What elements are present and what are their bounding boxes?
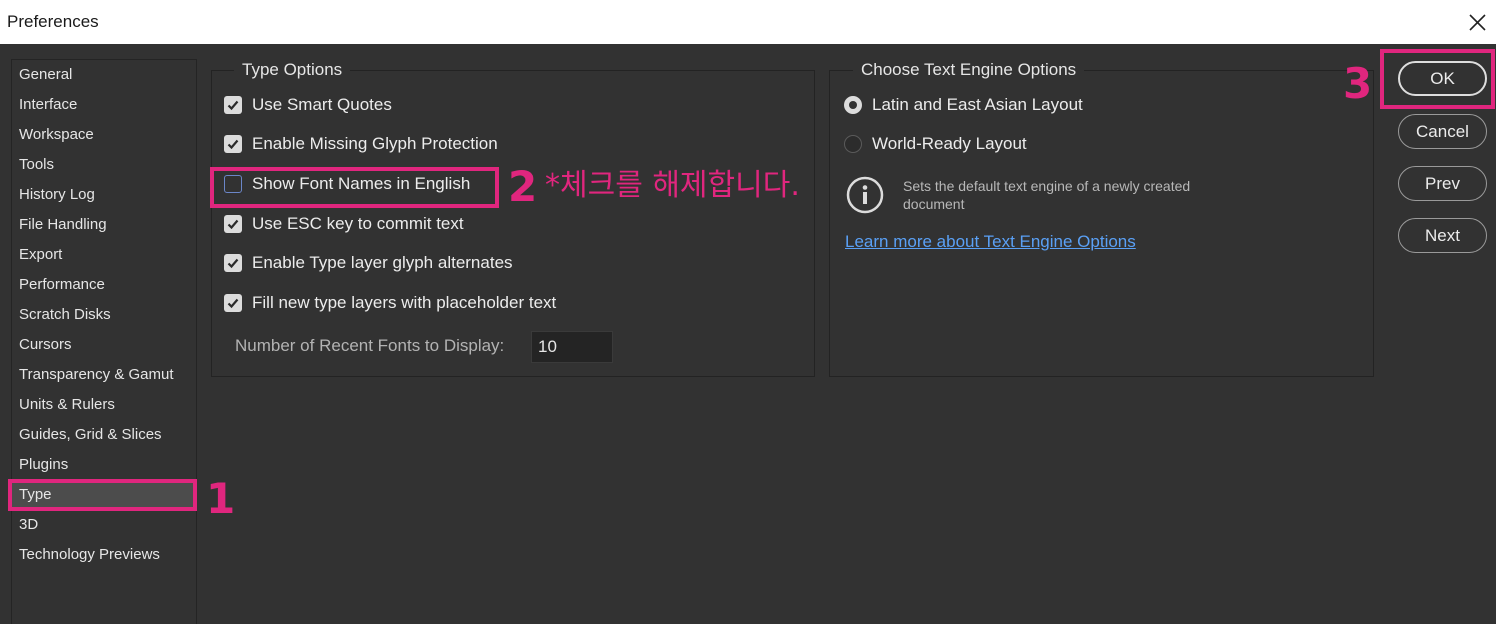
close-button[interactable] — [1462, 8, 1492, 36]
missing-glyph-checkbox[interactable]: Enable Missing Glyph Protection — [224, 131, 498, 157]
checkbox-checked — [224, 294, 242, 312]
sidebar-item-technology-previews[interactable]: Technology Previews — [19, 543, 160, 567]
smart-quotes-label: Use Smart Quotes — [252, 95, 392, 114]
checkbox-checked — [224, 254, 242, 272]
sidebar-item-tools[interactable]: Tools — [19, 153, 54, 177]
recent-fonts-label: Number of Recent Fonts to Display: — [235, 336, 505, 355]
text-engine-legend: Choose Text Engine Options — [853, 58, 1085, 82]
highlight-type-item — [8, 479, 197, 511]
checkmark-icon — [227, 139, 239, 150]
next-button[interactable]: Next — [1398, 218, 1487, 253]
latin-east-asian-radio[interactable]: Latin and East Asian Layout — [844, 92, 1083, 118]
world-ready-label: World-Ready Layout — [872, 134, 1027, 153]
checkbox-checked — [224, 96, 242, 114]
step-2-marker: 2 — [508, 162, 538, 211]
latin-east-asian-label: Latin and East Asian Layout — [872, 95, 1083, 114]
checkmark-icon — [227, 219, 239, 230]
highlight-ok-button — [1380, 49, 1495, 109]
world-ready-radio[interactable]: World-Ready Layout — [844, 131, 1027, 157]
cancel-button[interactable]: Cancel — [1398, 114, 1487, 149]
smart-quotes-checkbox[interactable]: Use Smart Quotes — [224, 92, 392, 118]
radio-selected — [844, 96, 862, 114]
esc-commit-checkbox[interactable]: Use ESC key to commit text — [224, 211, 464, 237]
uncheck-note: *체크를 해제합니다. — [545, 168, 800, 203]
preferences-sidebar: General Interface Workspace Tools Histor… — [11, 59, 197, 624]
sidebar-item-transparency-gamut[interactable]: Transparency & Gamut — [19, 363, 174, 387]
checkbox-checked — [224, 215, 242, 233]
missing-glyph-label: Enable Missing Glyph Protection — [252, 134, 498, 153]
highlight-font-names-option — [210, 167, 499, 208]
glyph-alternates-label: Enable Type layer glyph alternates — [252, 253, 513, 272]
recent-fonts-input[interactable] — [531, 331, 613, 363]
glyph-alternates-checkbox[interactable]: Enable Type layer glyph alternates — [224, 250, 513, 276]
sidebar-item-plugins[interactable]: Plugins — [19, 453, 68, 477]
sidebar-item-cursors[interactable]: Cursors — [19, 333, 72, 357]
info-icon — [846, 176, 884, 214]
checkbox-checked — [224, 135, 242, 153]
sidebar-item-scratch-disks[interactable]: Scratch Disks — [19, 303, 111, 327]
sidebar-item-performance[interactable]: Performance — [19, 273, 105, 297]
sidebar-item-export[interactable]: Export — [19, 243, 62, 267]
sidebar-item-history-log[interactable]: History Log — [19, 183, 95, 207]
title-bar: Preferences — [0, 0, 1496, 44]
learn-more-link[interactable]: Learn more about Text Engine Options — [845, 232, 1136, 252]
radio-unselected — [844, 135, 862, 153]
sidebar-item-workspace[interactable]: Workspace — [19, 123, 94, 147]
info-description: Sets the default text engine of a newly … — [903, 178, 1191, 212]
sidebar-item-3d[interactable]: 3D — [19, 513, 38, 537]
placeholder-text-checkbox[interactable]: Fill new type layers with placeholder te… — [224, 290, 556, 316]
sidebar-item-file-handling[interactable]: File Handling — [19, 213, 107, 237]
sidebar-item-guides-grid-slices[interactable]: Guides, Grid & Slices — [19, 423, 162, 447]
sidebar-item-interface[interactable]: Interface — [19, 93, 77, 117]
type-options-legend: Type Options — [234, 58, 351, 82]
sidebar-item-units-rulers[interactable]: Units & Rulers — [19, 393, 115, 417]
checkmark-icon — [227, 258, 239, 269]
close-icon — [1469, 14, 1486, 31]
prev-button[interactable]: Prev — [1398, 166, 1487, 201]
step-1-marker: 1 — [206, 474, 236, 523]
window-title: Preferences — [7, 12, 99, 31]
esc-commit-label: Use ESC key to commit text — [252, 214, 464, 233]
step-3-marker: 3 — [1343, 59, 1373, 108]
sidebar-item-general[interactable]: General — [19, 63, 72, 87]
placeholder-text-label: Fill new type layers with placeholder te… — [252, 293, 557, 312]
checkmark-icon — [227, 100, 239, 111]
checkmark-icon — [227, 298, 239, 309]
